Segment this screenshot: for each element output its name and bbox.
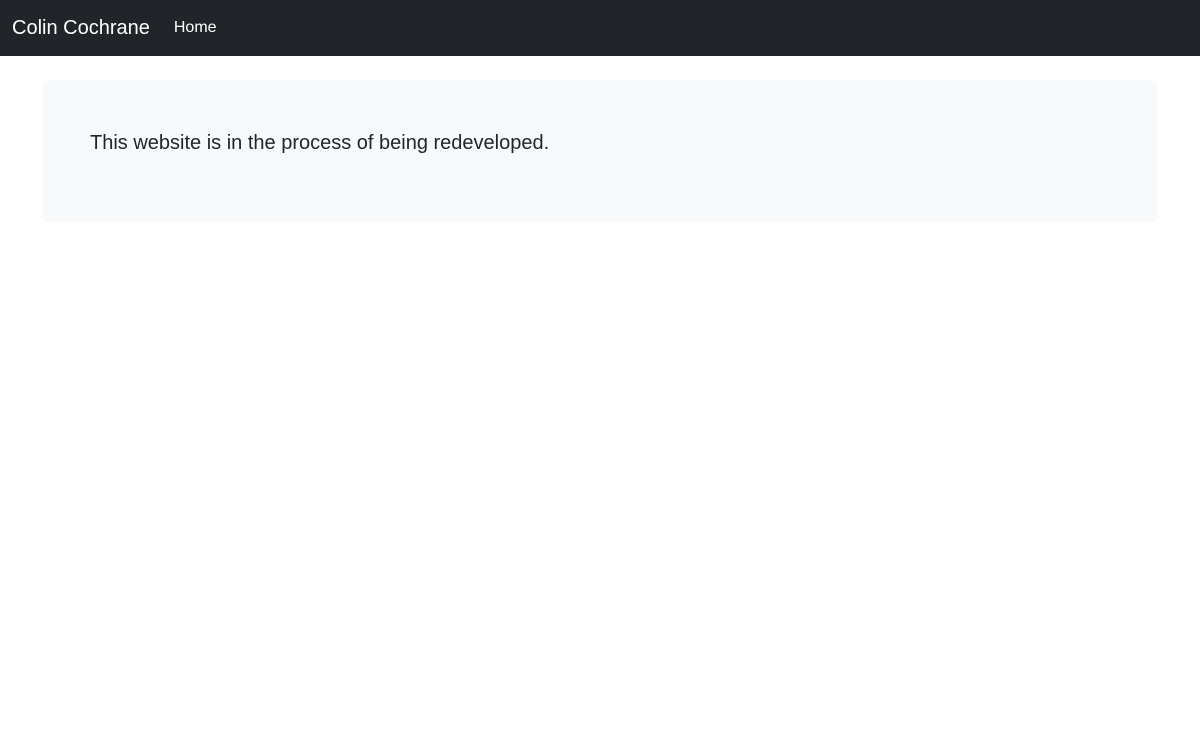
main-container: This website is in the process of being … [42, 80, 1158, 222]
site-brand-link[interactable]: Colin Cochrane [12, 14, 150, 42]
nav-link-home[interactable]: Home [174, 16, 217, 40]
top-navbar: Colin Cochrane Home [0, 0, 1200, 56]
jumbotron-panel: This website is in the process of being … [42, 80, 1158, 222]
lead-message: This website is in the process of being … [90, 132, 550, 154]
